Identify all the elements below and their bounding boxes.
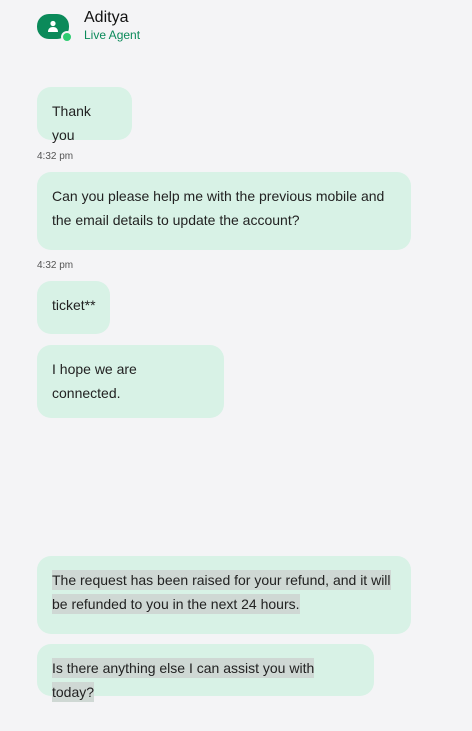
message-text: Is there anything else I can assist you … (52, 658, 315, 702)
message-bubble: ticket** (37, 281, 110, 334)
message-timestamp: 4:32 pm (37, 151, 74, 162)
agent-name: Aditya (84, 9, 129, 26)
message-bubble: Can you please help me with the previous… (37, 172, 411, 250)
message-timestamp: 4:32 pm (37, 260, 74, 271)
message-bubble: The request has been raised for your ref… (37, 556, 411, 634)
message-text: Thank you (52, 103, 91, 143)
message-text: The request has been raised for your ref… (52, 570, 391, 614)
agent-status: Live Agent (84, 28, 141, 42)
message-text: ticket** (52, 297, 96, 313)
message-text: Can you please help me with the previous… (52, 188, 385, 228)
chat-header: Aditya Live Agent (0, 0, 472, 50)
message-bubble: Thank you (37, 87, 132, 143)
message-bubble: Is there anything else I can assist you … (37, 644, 374, 702)
user-icon (48, 20, 58, 32)
message-text: I hope we are connected. (52, 361, 137, 401)
message-bubble: I hope we are connected. (37, 345, 224, 418)
online-status-dot (61, 31, 73, 43)
